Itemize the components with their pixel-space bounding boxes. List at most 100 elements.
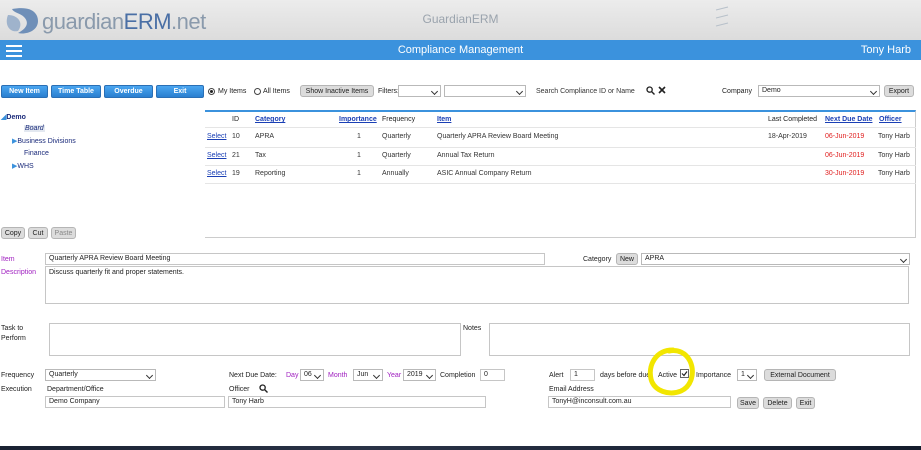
tree-item-finance[interactable]: Finance	[24, 150, 49, 157]
app-title: GuardianERM	[422, 12, 499, 26]
copy-button[interactable]: Copy	[1, 227, 25, 239]
row-next-due-date: 06-Jun-2019	[825, 152, 865, 159]
table-row[interactable]: Select 21 Tax 1 Quarterly Annual Tax Ret…	[205, 148, 916, 165]
row-frequency: Quarterly	[382, 152, 411, 159]
my-items-label: My Items	[218, 88, 247, 95]
exit-button[interactable]: Exit	[156, 85, 204, 98]
company-label: Company	[722, 88, 752, 95]
item-field[interactable]: Quarterly APRA Review Board Meeting	[45, 253, 545, 265]
row-importance: 1	[357, 152, 361, 159]
row-frequency: Quarterly	[382, 133, 411, 140]
completion-field[interactable]: 0	[480, 369, 505, 381]
tree-root-demo[interactable]: ◢Demo	[1, 113, 26, 121]
tree-item-business-divisions[interactable]: ▶Business Divisions	[12, 137, 76, 145]
filter-dropdown-2[interactable]	[444, 85, 526, 97]
item-label: Item	[1, 256, 15, 263]
importance-dropdown[interactable]: 1	[737, 369, 757, 381]
department-label: Department/Office	[47, 386, 104, 393]
row-officer: Tony Harb	[878, 152, 910, 159]
row-category: Tax	[255, 152, 266, 159]
overdue-button[interactable]: Overdue	[104, 85, 153, 98]
year-label: Year	[387, 372, 402, 379]
row-item: Quarterly APRA Review Board Meeting	[437, 133, 559, 140]
officer-label: Officer	[229, 386, 250, 393]
officer-search-icon[interactable]	[259, 384, 268, 393]
department-field[interactable]: Demo Company	[45, 396, 225, 408]
alert-label: Alert	[549, 372, 564, 379]
col-header-category[interactable]: Category	[255, 116, 285, 123]
col-header-id: ID	[232, 116, 239, 123]
completion-label: Completion	[440, 372, 476, 379]
description-label: Description	[1, 269, 37, 276]
user-name[interactable]: Tony Harb	[861, 44, 911, 56]
row-importance: 1	[357, 133, 361, 140]
importance-label: Importance	[696, 372, 732, 379]
row-importance: 1	[357, 170, 361, 177]
col-header-frequency: Frequency	[382, 116, 416, 123]
row-officer: Tony Harb	[878, 133, 910, 140]
officer-field[interactable]: Tony Harb	[228, 396, 486, 408]
decorative-lines-icon	[715, 6, 729, 27]
tree-item-whs[interactable]: ▶WHS	[12, 162, 34, 170]
all-items-radio[interactable]	[254, 88, 261, 95]
row-item: ASIC Annual Company Return	[437, 170, 532, 177]
new-item-button[interactable]: New Item	[1, 85, 48, 98]
row-divider	[205, 183, 916, 184]
email-label: Email Address	[549, 386, 594, 393]
select-link[interactable]: Select	[207, 133, 226, 140]
select-link[interactable]: Select	[207, 170, 226, 177]
clear-search-icon[interactable]	[658, 86, 666, 94]
col-header-next-due-date[interactable]: Next Due Date	[825, 116, 872, 123]
col-header-last-completed: Last Completed	[768, 116, 818, 123]
day-dropdown[interactable]: 06	[300, 369, 324, 381]
search-input[interactable]: Search Compliance ID or Name	[536, 88, 635, 95]
table-row[interactable]: Select 10 APRA 1 Quarterly Quarterly APR…	[205, 129, 916, 146]
row-frequency: Annually	[382, 170, 409, 177]
time-table-button[interactable]: Time Table	[51, 85, 101, 98]
row-id: 10	[232, 133, 240, 140]
company-dropdown[interactable]: Demo	[758, 85, 880, 97]
task-label-line1: Task to	[1, 325, 24, 332]
frequency-dropdown[interactable]: Quarterly	[45, 369, 156, 381]
export-button[interactable]: Export	[884, 85, 914, 97]
table-row[interactable]: Select 19 Reporting 1 Annually ASIC Annu…	[205, 166, 916, 183]
row-id: 21	[232, 152, 240, 159]
page-title: Compliance Management	[397, 44, 524, 56]
col-header-importance[interactable]: Importance	[339, 116, 377, 123]
task-to-perform-textarea[interactable]	[49, 323, 461, 356]
paste-button[interactable]: Paste	[51, 227, 76, 239]
task-label-line2: Perform	[1, 335, 26, 342]
filter-dropdown-1[interactable]	[398, 85, 441, 97]
taskbar-strip	[0, 446, 921, 450]
row-next-due-date: 30-Jun-2019	[825, 170, 865, 177]
show-inactive-items-button[interactable]: Show Inactive Items	[300, 85, 374, 97]
cut-button[interactable]: Cut	[28, 227, 48, 239]
search-icon[interactable]	[646, 86, 655, 95]
next-due-date-label: Next Due Date:	[229, 372, 277, 379]
new-category-button[interactable]: New	[616, 253, 638, 265]
tree-item-board[interactable]: Board	[24, 125, 45, 132]
category-label: Category	[583, 256, 612, 263]
month-dropdown[interactable]: Jun	[353, 369, 383, 381]
frequency-label: Frequency	[1, 372, 35, 379]
category-dropdown[interactable]: APRA	[641, 253, 910, 265]
form-exit-button[interactable]: Exit	[796, 397, 815, 409]
row-item: Annual Tax Return	[437, 152, 495, 159]
save-button[interactable]: Save	[737, 397, 759, 409]
row-category: APRA	[255, 133, 275, 140]
email-field[interactable]: TonyH@inconsult.com.au	[548, 396, 731, 408]
alert-days-field[interactable]: 1	[570, 369, 595, 381]
col-header-item[interactable]: Item	[437, 116, 451, 123]
month-label: Month	[328, 372, 348, 379]
description-textarea[interactable]: Discuss quarterly fit and proper stateme…	[45, 266, 909, 304]
notes-textarea[interactable]	[489, 323, 910, 356]
external-document-button[interactable]: External Document	[764, 369, 836, 381]
days-before-due-label: days before due	[600, 372, 651, 379]
col-header-officer[interactable]: Officer	[879, 116, 902, 123]
year-dropdown[interactable]: 2019	[403, 369, 436, 381]
notes-label: Notes	[463, 325, 482, 332]
day-label: Day	[286, 372, 299, 379]
my-items-radio[interactable]	[208, 88, 215, 95]
delete-button[interactable]: Delete	[763, 397, 792, 409]
select-link[interactable]: Select	[207, 152, 226, 159]
